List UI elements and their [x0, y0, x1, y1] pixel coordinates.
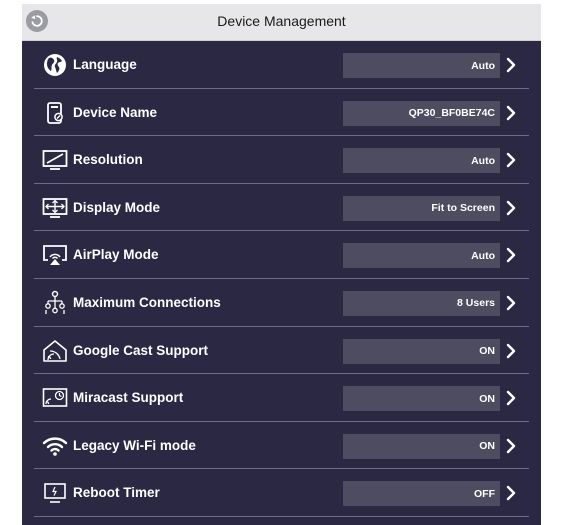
chevron-right-icon[interactable]: [506, 200, 516, 216]
setting-label: AirPlay Mode: [73, 247, 159, 263]
setting-value: ON: [479, 440, 495, 453]
setting-value-box[interactable]: Fit to Screen: [343, 195, 500, 221]
chevron-right-icon[interactable]: [506, 438, 516, 454]
setting-value: QP30_BF0BE74C: [408, 107, 495, 120]
chevron-right-icon[interactable]: [506, 485, 516, 501]
fit-screen-icon: [42, 196, 68, 220]
globe-icon: [42, 53, 68, 77]
reboot-timer-icon: [42, 481, 68, 505]
setting-value-box[interactable]: OFF: [343, 481, 500, 507]
setting-row-miracast-support[interactable]: Miracast Support ON: [34, 374, 529, 422]
chevron-right-icon[interactable]: [506, 57, 516, 73]
setting-row-device-name[interactable]: Device Name QP30_BF0BE74C: [34, 89, 529, 137]
setting-value-box[interactable]: QP30_BF0BE74C: [343, 100, 500, 126]
setting-label: Miracast Support: [73, 390, 184, 406]
setting-value-box[interactable]: Auto: [343, 53, 500, 78]
setting-value-box[interactable]: Auto: [343, 148, 500, 174]
title-bar: Device Management: [22, 4, 541, 41]
page-title: Device Management: [217, 13, 346, 29]
chevron-right-icon[interactable]: [506, 295, 516, 311]
setting-label: Resolution: [73, 152, 143, 168]
chevron-right-icon[interactable]: [506, 105, 516, 121]
setting-value: Auto: [471, 249, 495, 262]
setting-row-google-cast-support[interactable]: Google Cast Support ON: [34, 327, 529, 375]
chevron-right-icon[interactable]: [506, 390, 516, 406]
cast-icon: [42, 339, 68, 363]
setting-label: Reboot Timer: [73, 485, 160, 501]
setting-value: OFF: [474, 487, 495, 500]
setting-value-box[interactable]: ON: [343, 386, 500, 412]
setting-row-display-mode[interactable]: Display Mode Fit to Screen: [34, 184, 529, 232]
device-management-window: Device Management Language Auto Device N…: [22, 4, 541, 525]
setting-value-box[interactable]: 8 Users: [343, 290, 500, 316]
setting-row-reboot-timer[interactable]: Reboot Timer OFF: [34, 469, 529, 517]
setting-value: 8 Users: [457, 297, 495, 310]
setting-row-legacy-wifi-mode[interactable]: Legacy Wi-Fi mode ON: [34, 422, 529, 470]
chevron-right-icon[interactable]: [506, 152, 516, 168]
settings-list: Language Auto Device Name QP30_BF0BE74C: [34, 41, 529, 517]
chevron-right-icon[interactable]: [506, 343, 516, 359]
setting-label: Display Mode: [73, 199, 161, 215]
setting-value: ON: [479, 345, 495, 358]
setting-row-maximum-connections[interactable]: Maximum Connections 8 Users: [34, 279, 529, 327]
setting-label: Maximum Connections: [73, 294, 221, 310]
setting-value: Auto: [471, 59, 495, 72]
setting-row-language[interactable]: Language Auto: [34, 41, 529, 89]
setting-row-airplay-mode[interactable]: AirPlay Mode Auto: [34, 231, 529, 279]
miracast-icon: [42, 386, 68, 410]
setting-value-box[interactable]: ON: [343, 338, 500, 364]
setting-value: Auto: [471, 154, 495, 167]
device-edit-icon: [42, 101, 68, 125]
wifi-icon: [42, 434, 68, 458]
airplay-icon: [42, 243, 68, 267]
setting-value: ON: [479, 392, 495, 405]
setting-label: Legacy Wi-Fi mode: [73, 437, 196, 453]
connections-icon: [42, 290, 68, 315]
setting-value-box[interactable]: Auto: [343, 243, 500, 269]
setting-label: Language: [73, 57, 137, 72]
setting-value-box[interactable]: ON: [343, 433, 500, 459]
chevron-right-icon[interactable]: [506, 247, 516, 263]
setting-row-resolution[interactable]: Resolution Auto: [34, 136, 529, 184]
setting-label: Google Cast Support: [73, 342, 208, 358]
setting-value: Fit to Screen: [431, 202, 495, 215]
setting-label: Device Name: [73, 104, 158, 120]
monitor-icon: [42, 148, 68, 172]
